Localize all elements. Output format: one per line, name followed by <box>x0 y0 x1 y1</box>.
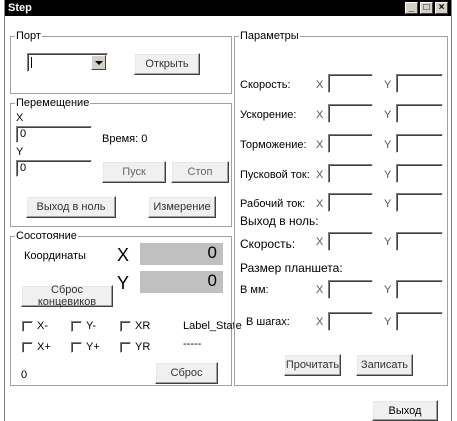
decel-y-input[interactable] <box>396 134 443 153</box>
text-caret <box>31 57 32 68</box>
params-legend: Параметры <box>239 30 300 42</box>
speed-y-label: Y <box>384 79 392 91</box>
accel-y-input[interactable] <box>396 104 443 123</box>
decel-y-label: Y <box>384 139 392 151</box>
movement-legend: Перемещение <box>15 97 91 109</box>
decel-label: Торможение: <box>240 139 307 151</box>
home-header: Выход в ноль: <box>240 214 319 228</box>
open-port-button[interactable]: Открыть <box>134 53 200 75</box>
x-input[interactable]: 0 <box>16 126 92 143</box>
accel-label: Ускорение: <box>240 109 297 121</box>
checkbox-x-minus[interactable] <box>22 321 33 332</box>
close-icon[interactable]: × <box>435 2 448 14</box>
x-coord-letter: X <box>117 245 130 265</box>
start-current-y-input[interactable] <box>396 164 443 183</box>
checkbox-y-minus[interactable] <box>71 321 82 332</box>
port-group: Порт Открыть <box>10 30 232 94</box>
step-window: Step _ □ × Порт Открыть Перемещение X 0 … <box>4 0 452 421</box>
steps-y-label: Y <box>384 316 392 328</box>
checkbox-y-plus-label: Y+ <box>86 341 100 353</box>
mm-x-input[interactable] <box>328 280 373 299</box>
speed-x-label: X <box>316 79 324 91</box>
home-button[interactable]: Выход в ноль <box>26 196 116 218</box>
steps-x-label: X <box>316 316 324 328</box>
start-current-x-input[interactable] <box>328 164 373 183</box>
home-speed-x-label: X <box>316 236 324 248</box>
exit-button[interactable]: Выход <box>372 400 438 421</box>
accel-y-label: Y <box>384 109 392 121</box>
home-speed-y-input[interactable] <box>396 232 443 251</box>
checkbox-yr[interactable] <box>120 342 131 353</box>
home-speed-y-label: Y <box>384 236 392 248</box>
stop-button[interactable]: Стоп <box>171 161 229 183</box>
read-button[interactable]: Прочитать <box>284 354 341 376</box>
work-current-label: Рабочий ток: <box>240 198 306 210</box>
checkbox-xr[interactable] <box>120 321 131 332</box>
start-current-label: Пусковой ток: <box>240 169 310 181</box>
mm-x-label: X <box>316 284 324 296</box>
accel-x-input[interactable] <box>328 104 373 123</box>
y-input[interactable]: 0 <box>16 160 92 177</box>
reset-limits-button[interactable]: Сброс концевиков <box>21 284 113 308</box>
maximize-icon[interactable]: □ <box>420 2 433 14</box>
mm-y-label: Y <box>384 284 392 296</box>
decel-x-label: X <box>316 139 324 151</box>
port-combo[interactable] <box>27 53 108 72</box>
work-current-x-input[interactable] <box>328 193 373 212</box>
y-label: Y <box>16 146 24 158</box>
measure-button[interactable]: Измерение <box>148 196 216 218</box>
decel-x-input[interactable] <box>328 134 373 153</box>
mm-label: В мм: <box>240 284 269 296</box>
speed-y-input[interactable] <box>396 74 443 93</box>
start-current-y-label: Y <box>384 169 392 181</box>
accel-x-label: X <box>316 109 324 121</box>
home-speed-label: Скорость: <box>240 237 296 251</box>
write-button[interactable]: Записать <box>356 354 413 376</box>
work-current-y-input[interactable] <box>396 193 443 212</box>
checkbox-y-plus[interactable] <box>71 342 82 353</box>
y-coord-letter: Y <box>117 273 130 293</box>
tablet-header: Размер планшета: <box>240 261 343 275</box>
state-legend: Сосотояние <box>15 230 78 242</box>
reset-button[interactable]: Сброс <box>155 362 218 384</box>
checkbox-y-minus-label: Y- <box>86 320 96 332</box>
work-current-x-label: X <box>316 198 324 210</box>
coords-label: Координаты <box>24 250 86 262</box>
checkbox-yr-label: YR <box>135 341 151 353</box>
window-title: Step <box>8 2 32 14</box>
steps-label: В шагах: <box>246 316 290 328</box>
home-speed-x-input[interactable] <box>328 232 373 251</box>
chevron-down-icon[interactable] <box>91 55 106 70</box>
params-group: Параметры Скорость: X Y Ускорение: X Y Т… <box>234 30 448 386</box>
minimize-icon[interactable]: _ <box>405 2 418 14</box>
speed-x-input[interactable] <box>328 74 373 93</box>
mm-y-input[interactable] <box>396 280 443 299</box>
time-label: Время: 0 <box>102 133 148 145</box>
y-coord-value: 0 <box>140 271 223 293</box>
dashes-label: ----- <box>183 338 202 350</box>
start-current-x-label: X <box>316 169 324 181</box>
title-bar: Step _ □ × <box>5 0 451 16</box>
movement-group: Перемещение X 0 Время: 0 Y 0 Пуск Стоп В… <box>10 97 232 227</box>
x-label: X <box>16 112 24 124</box>
steps-x-input[interactable] <box>328 312 373 331</box>
speed-label: Скорость: <box>240 79 291 91</box>
checkbox-x-plus-label: X+ <box>37 341 51 353</box>
x-coord-value: 0 <box>140 243 223 265</box>
state-group: Сосотояние Координаты X 0 Y 0 Сброс конц… <box>10 230 242 386</box>
port-legend: Порт <box>15 30 42 42</box>
checkbox-xr-label: XR <box>135 320 151 332</box>
checkbox-x-minus-label: X- <box>37 320 48 332</box>
steps-y-input[interactable] <box>396 312 443 331</box>
counter-label: 0 <box>21 369 28 381</box>
work-current-y-label: Y <box>384 198 392 210</box>
start-button[interactable]: Пуск <box>102 161 166 183</box>
label-state: Label_State <box>183 320 242 332</box>
checkbox-x-plus[interactable] <box>22 342 33 353</box>
